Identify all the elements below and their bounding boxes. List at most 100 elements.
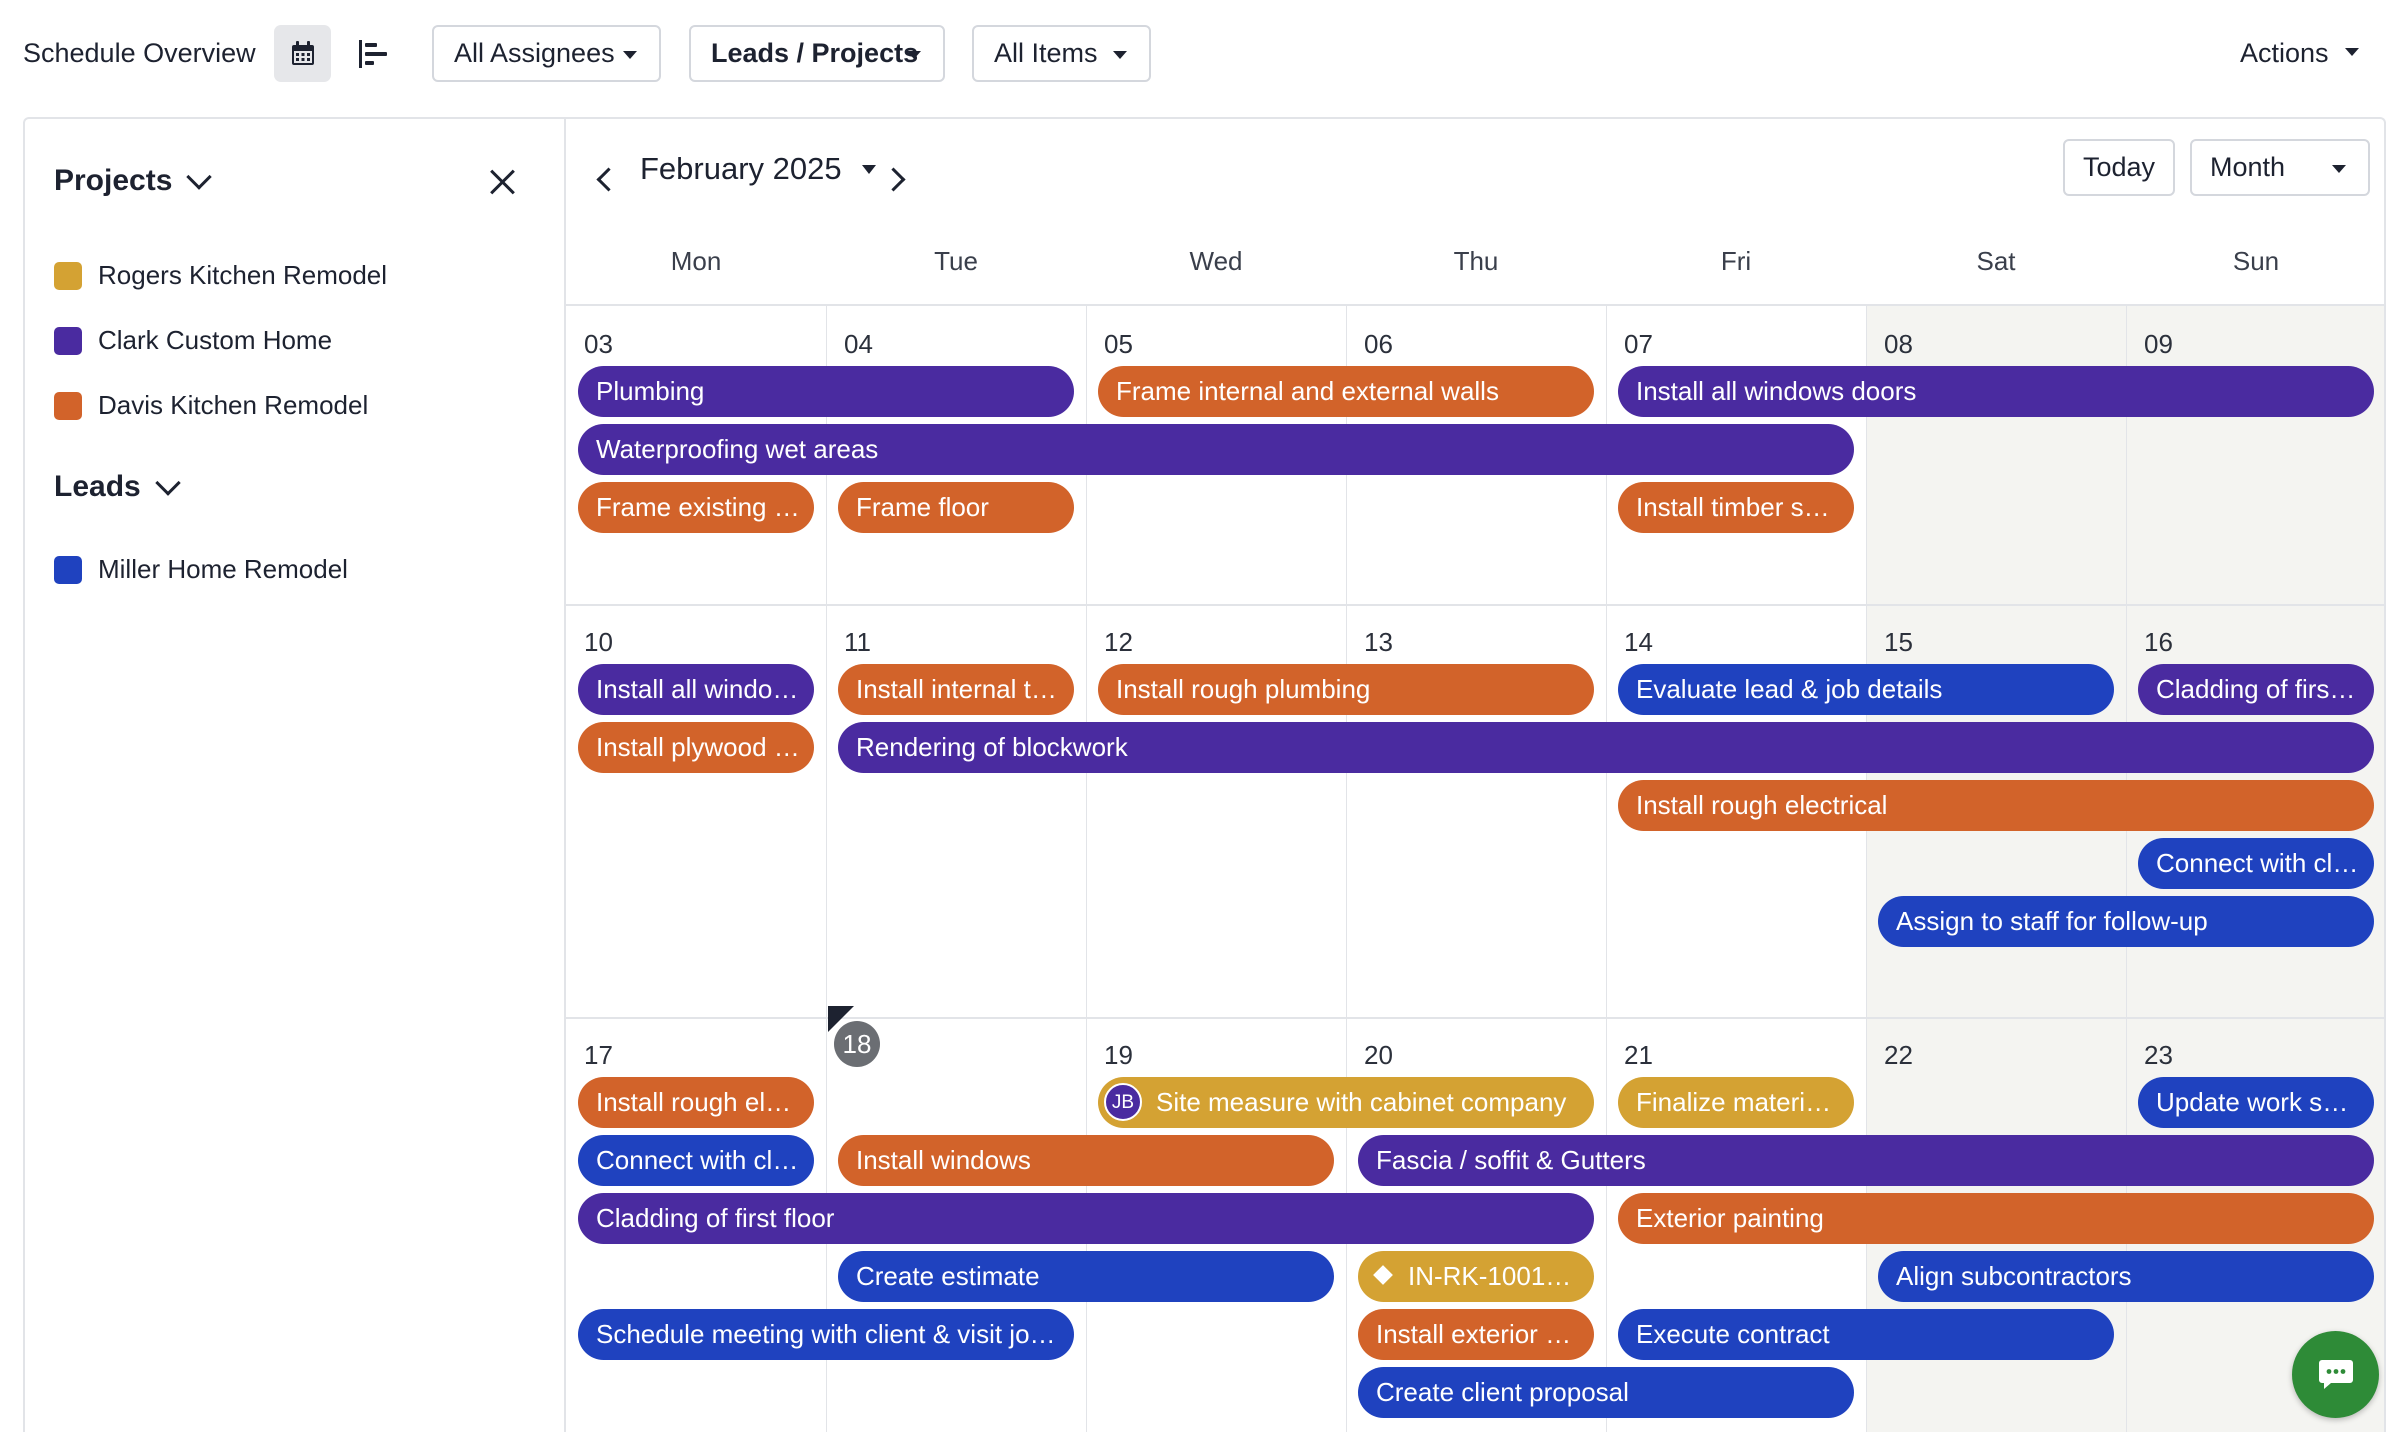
chevron-down-icon — [623, 51, 637, 59]
calendar-event[interactable]: Align subcontractors — [1878, 1251, 2374, 1302]
items-filter[interactable]: All Items — [972, 25, 1151, 82]
event-label: Waterproofing wet areas — [596, 434, 879, 464]
calendar-event[interactable]: Exterior painting — [1618, 1193, 2374, 1244]
chevron-down-icon — [2344, 47, 2359, 56]
sidebar-item-label: Rogers Kitchen Remodel — [98, 260, 388, 290]
chevron-down-icon[interactable] — [862, 165, 876, 174]
calendar-event[interactable]: Install rough elec… — [578, 1077, 814, 1128]
event-label: Create client proposal — [1376, 1377, 1629, 1407]
calendar-event[interactable]: Install rough plumbing — [1098, 664, 1594, 715]
event-label: Plumbing — [596, 376, 705, 406]
chevron-right-icon[interactable] — [877, 159, 917, 199]
calendar-event[interactable]: Plumbing — [578, 366, 1074, 417]
calendar-event[interactable]: Schedule meeting with client & visit job… — [578, 1309, 1074, 1360]
type-filter[interactable]: Leads / Projects — [689, 25, 945, 82]
sidebar-item-lead[interactable]: Miller Home Remodel — [54, 554, 348, 585]
calendar-event[interactable]: Frame floor — [838, 482, 1074, 533]
calendar-event[interactable]: Create client proposal — [1358, 1367, 1854, 1418]
calendar-event[interactable]: Execute contract — [1618, 1309, 2114, 1360]
event-label: Install windows — [856, 1145, 1031, 1175]
leads-section-toggle[interactable]: Leads — [54, 470, 181, 504]
chevron-down-icon — [154, 470, 181, 496]
today-button[interactable]: Today — [2063, 139, 2175, 196]
calendar-event[interactable]: Install exterior d… — [1358, 1309, 1594, 1360]
event-label: Install rough plumbing — [1116, 674, 1371, 704]
gantt-view-button[interactable] — [345, 25, 402, 82]
event-label: Fascia / soffit & Gutters — [1376, 1145, 1646, 1175]
calendar-event[interactable]: Install all windows doors — [1618, 366, 2374, 417]
calendar-event[interactable]: Create estimate — [838, 1251, 1334, 1302]
event-label: Site measure with cabinet company — [1156, 1087, 1567, 1117]
day-number: 23 — [2144, 1040, 2173, 1070]
filter-sidebar: Projects Rogers Kitchen Remodel Clark Cu… — [25, 119, 566, 1432]
calendar-event[interactable]: Evaluate lead & job details — [1618, 664, 2114, 715]
calendar-event[interactable]: Cladding of first floor — [578, 1193, 1594, 1244]
calendar-event[interactable]: Rendering of blockwork — [838, 722, 2374, 773]
day-number: 15 — [1884, 627, 1913, 657]
weekday-header: Thu — [1453, 246, 1499, 276]
event-label: Exterior painting — [1636, 1203, 1824, 1233]
view-select[interactable]: Month — [2190, 139, 2370, 196]
calendar-event[interactable]: Install windows — [838, 1135, 1334, 1186]
sidebar-item-label: Davis Kitchen Remodel — [98, 390, 369, 420]
calendar-header: February 2025 Today Month Mon Tue Wed Thu Fr… — [566, 119, 2384, 306]
view-select-value: Month — [2210, 152, 2286, 182]
calendar-event[interactable]: Fascia / soffit & Gutters — [1358, 1135, 2374, 1186]
event-label: Install plywood s… — [596, 732, 813, 762]
chevron-left-icon[interactable] — [584, 159, 624, 199]
close-icon[interactable] — [487, 167, 517, 197]
sidebar-item-project[interactable]: Davis Kitchen Remodel — [54, 390, 368, 421]
calendar-event[interactable]: Frame internal and external walls — [1098, 366, 1594, 417]
calendar-event[interactable]: JB Site measure with cabinet company — [1098, 1077, 1594, 1128]
sidebar-item-project[interactable]: Rogers Kitchen Remodel — [54, 260, 387, 291]
projects-heading: Projects — [54, 164, 173, 197]
day-number: 11 — [844, 627, 871, 657]
projects-section-toggle[interactable]: Projects — [54, 164, 213, 198]
day-number: 09 — [2144, 329, 2173, 359]
calendar-event[interactable]: Install internal ti… — [838, 664, 1074, 715]
calendar-event[interactable]: Install plywood s… — [578, 722, 814, 773]
day-number: 14 — [1624, 627, 1653, 657]
event-label: Execute contract — [1636, 1319, 1830, 1349]
assignees-filter[interactable]: All Assignees — [432, 25, 661, 82]
event-label: Finalize materials… — [1636, 1087, 1854, 1117]
calendar-event[interactable]: Waterproofing wet areas — [578, 424, 1854, 475]
calendar-event[interactable]: Connect with cli… — [578, 1135, 814, 1186]
weekday-header: Sat — [1976, 246, 2016, 276]
calendar-event[interactable]: Connect with cli… — [2138, 838, 2374, 889]
event-label: Schedule meeting with client & visit job… — [596, 1319, 1071, 1349]
chat-button[interactable] — [2292, 1331, 2379, 1418]
sidebar-item-label: Miller Home Remodel — [98, 554, 348, 584]
day-number: 12 — [1104, 627, 1133, 657]
calendar-event[interactable]: Install timber skir… — [1618, 482, 1854, 533]
actions-menu-button[interactable]: Actions — [2240, 36, 2359, 70]
day-number: 06 — [1364, 329, 1393, 359]
calendar-milestone[interactable]: IN-RK-10017… — [1358, 1251, 1594, 1302]
day-number: 16 — [2144, 627, 2173, 657]
weekday-header: Mon — [670, 246, 722, 276]
top-toolbar: Schedule Overview All Assignees Leads / … — [0, 0, 2400, 108]
event-label: Install timber skir… — [1636, 492, 1854, 522]
calendar-view-button[interactable] — [274, 25, 331, 82]
page-title: Schedule Overview — [23, 38, 256, 68]
sidebar-item-project[interactable]: Clark Custom Home — [54, 325, 332, 356]
month-picker[interactable]: February 2025 — [640, 151, 842, 187]
month-calendar: February 2025 Today Month Mon Tue Wed Thu Fr… — [566, 119, 2384, 1432]
calendar-event[interactable]: Install rough electrical — [1618, 780, 2374, 831]
calendar-event[interactable]: Install all window… — [578, 664, 814, 715]
calendar-event[interactable]: Frame existing ro… — [578, 482, 814, 533]
day-number: 07 — [1624, 329, 1653, 359]
chat-icon — [2318, 1359, 2353, 1389]
assignees-filter-label: All Assignees — [454, 38, 615, 68]
event-label: Install exterior d… — [1376, 1319, 1586, 1349]
calendar-event[interactable]: Update work sch… — [2138, 1077, 2374, 1128]
chevron-down-icon — [1113, 51, 1127, 59]
calendar-event[interactable]: Assign to staff for follow-up — [1878, 896, 2374, 947]
event-label: Install internal ti… — [856, 674, 1063, 704]
calendar-event[interactable]: Finalize materials… — [1618, 1077, 1854, 1128]
calendar-event[interactable]: Cladding of first … — [2138, 664, 2374, 715]
chevron-down-icon — [907, 51, 921, 59]
sidebar-item-label: Clark Custom Home — [98, 325, 333, 355]
day-number: 10 — [584, 627, 613, 657]
day-number: 05 — [1104, 329, 1133, 359]
